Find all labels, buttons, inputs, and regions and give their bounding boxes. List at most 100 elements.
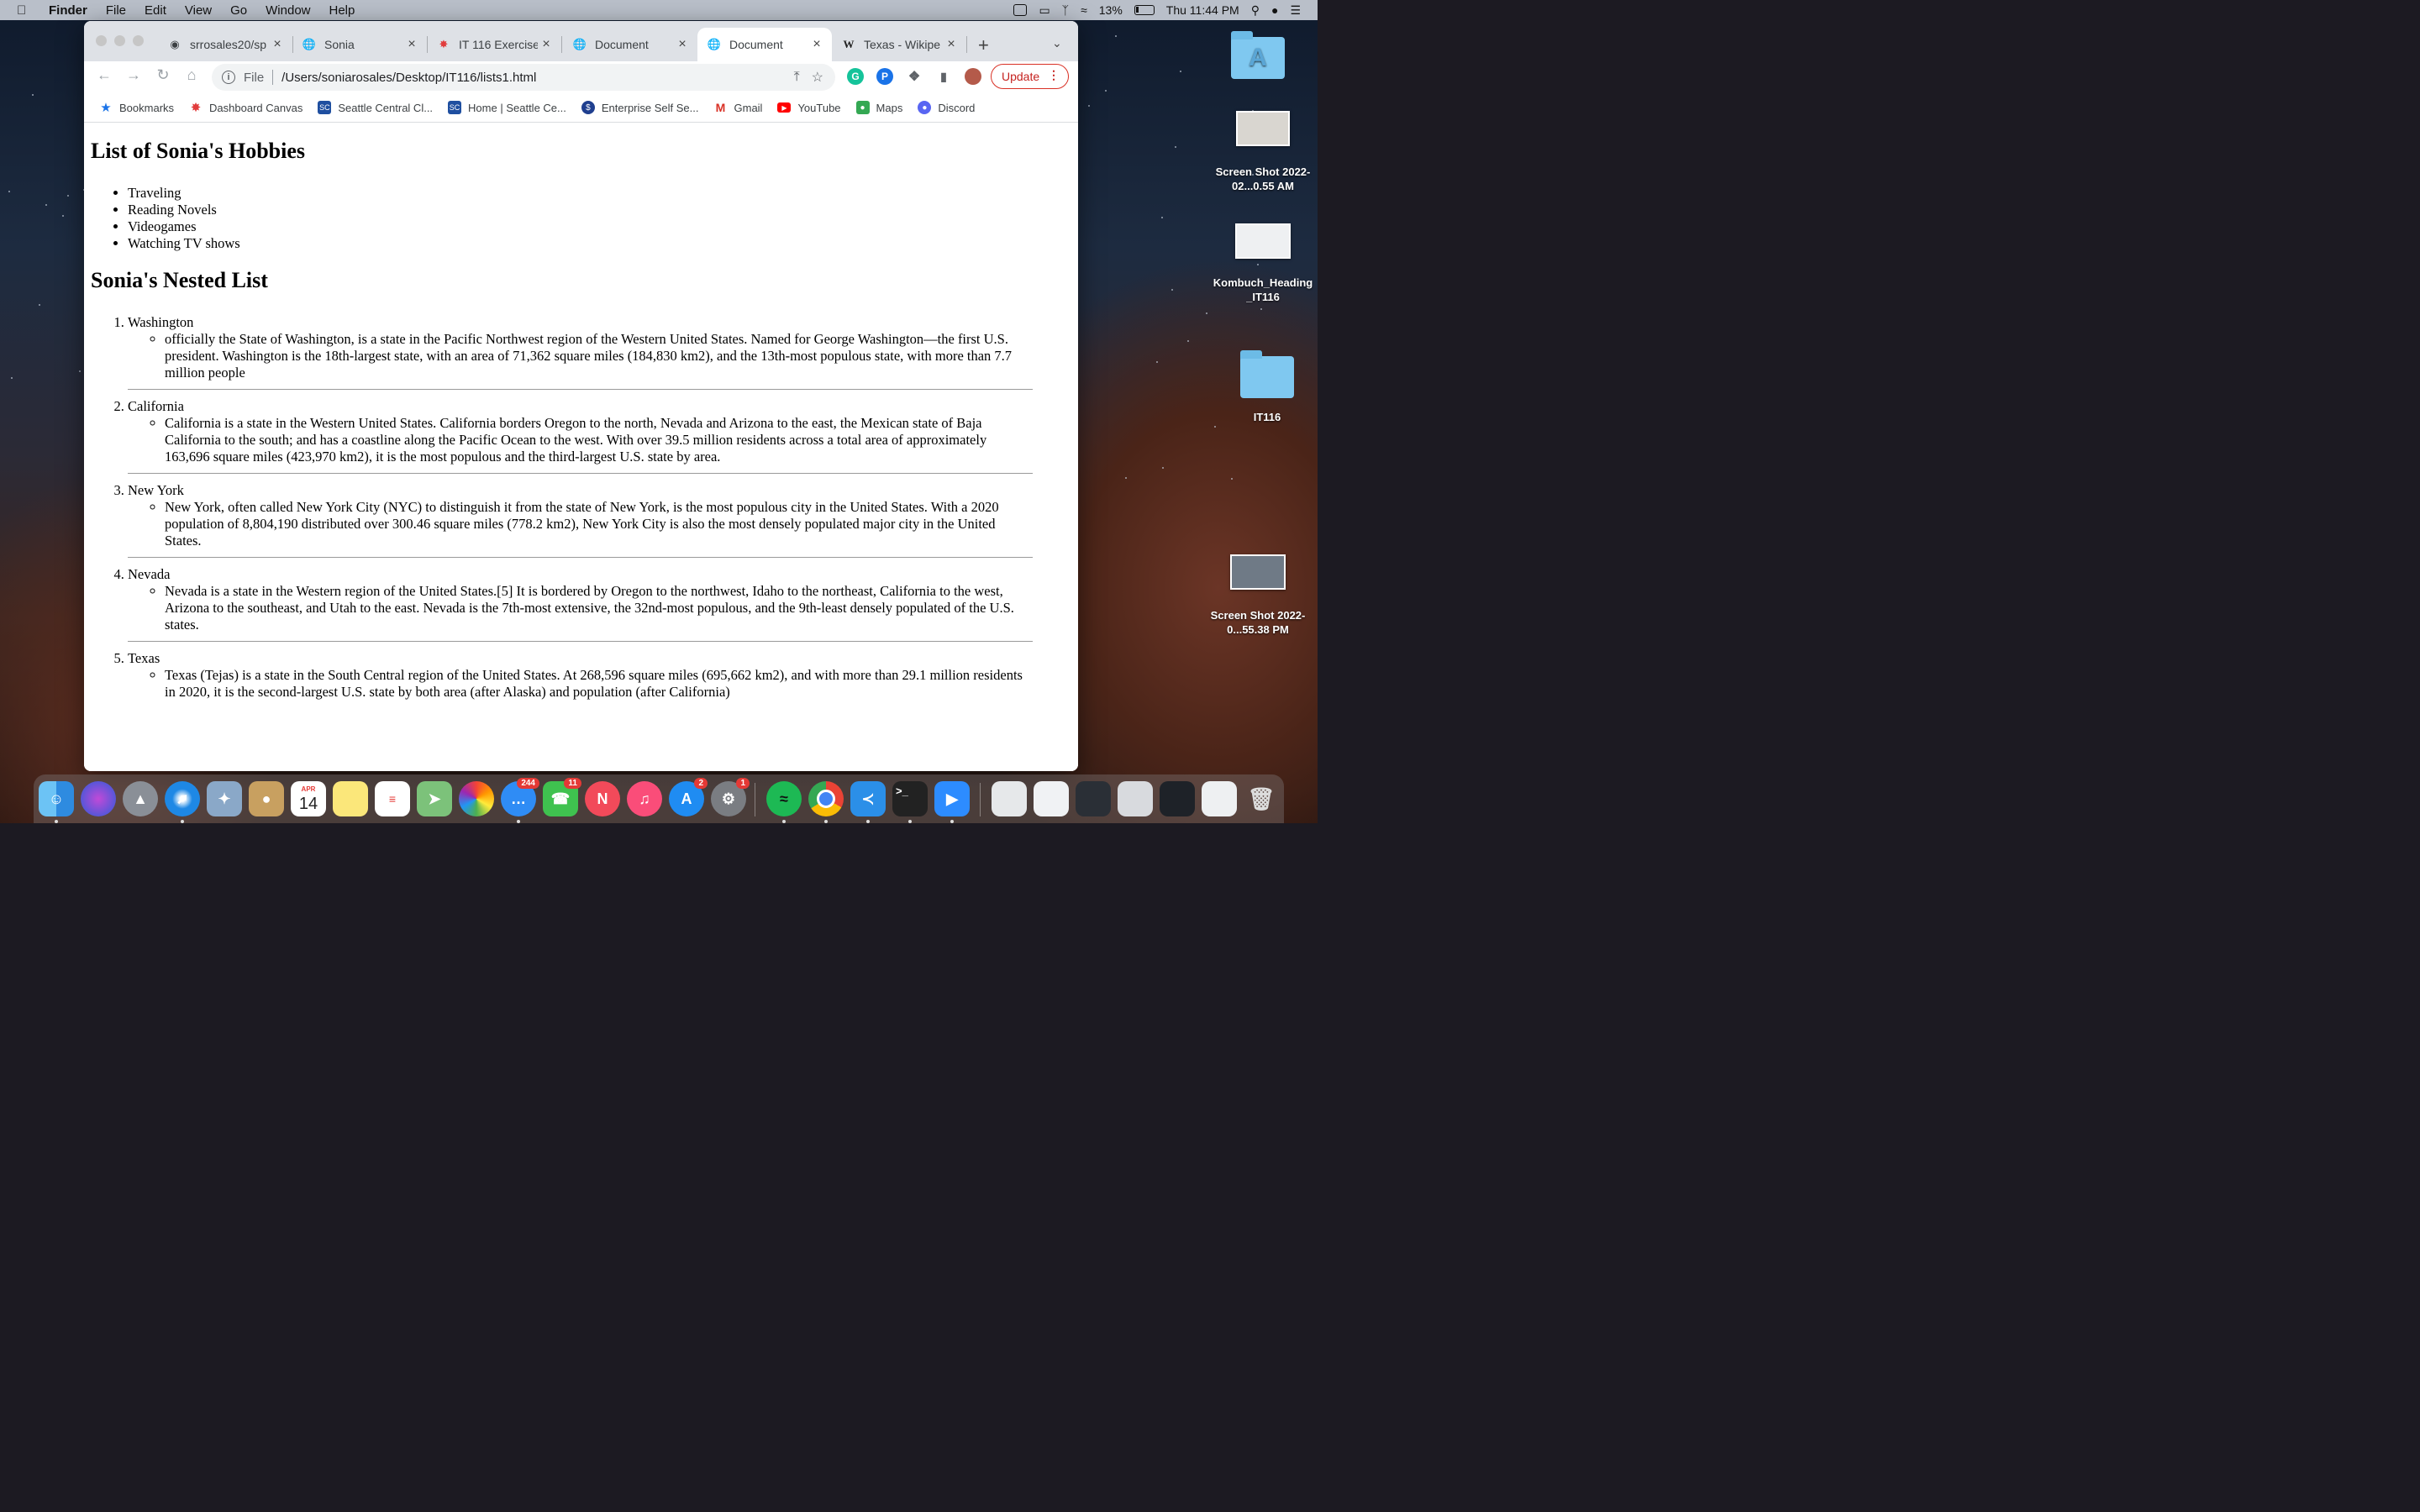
state-description: Nevada is a state in the Western region … (165, 583, 1033, 633)
contacts-icon[interactable]: ● (249, 781, 284, 816)
tab-document-1[interactable]: 🌐 Document × (563, 28, 697, 61)
vscode-icon[interactable]: ≺ (850, 781, 886, 816)
apple-menu-icon[interactable]:  (17, 3, 35, 18)
window-minimize-button[interactable] (114, 35, 125, 46)
tab-document-active[interactable]: 🌐 Document × (697, 28, 832, 61)
menu-window[interactable]: Window (266, 3, 310, 18)
facetime-icon[interactable]: ☎ 11 (543, 778, 581, 816)
trash-icon[interactable]: 🗑 (1244, 781, 1279, 816)
tab-close-icon[interactable]: × (674, 37, 691, 52)
facetime-badge: 11 (564, 778, 581, 789)
control-center-icon[interactable]: ☰ (1290, 3, 1301, 18)
notes-icon[interactable] (333, 781, 368, 816)
launchpad-rocket-icon[interactable]: ▲ (123, 781, 158, 816)
bookmark-seattle-central-cl[interactable]: SC Seattle Central Cl... (318, 101, 433, 114)
youtube-icon: ▶ (777, 102, 792, 113)
mail-eagle-icon[interactable]: ✦ (207, 781, 242, 816)
bluetooth-icon[interactable]: ᛉ (1062, 3, 1069, 17)
battery-icon[interactable] (1134, 5, 1155, 15)
chrome-icon[interactable] (808, 781, 844, 816)
tab-close-icon[interactable]: × (269, 37, 286, 52)
tab-title: srrosales20/sp (190, 38, 267, 51)
reminders-icon[interactable]: ≡ (375, 781, 410, 816)
share-icon[interactable]: ⤒ (794, 70, 800, 85)
extensions-puzzle-icon[interactable]: ❖ (906, 68, 923, 85)
desktop-kombuch-heading[interactable]: Kombuch_Heading _IT116 (1208, 223, 1318, 304)
desktop-folder-alias[interactable]: A (1227, 31, 1289, 79)
system-preferences-gear-icon[interactable]: ⚙ 1 (711, 778, 750, 816)
forward-arrow-icon[interactable]: → (124, 66, 144, 84)
tab-close-icon[interactable]: × (403, 37, 420, 52)
menu-view[interactable]: View (185, 3, 212, 18)
zoom-status-icon[interactable] (1013, 4, 1028, 16)
menu-go[interactable]: Go (230, 3, 247, 18)
back-arrow-icon[interactable]: ← (94, 66, 114, 84)
news-icon[interactable]: N (585, 781, 620, 816)
tab-it116-exercise[interactable]: ✸ IT 116 Exercise × (427, 28, 561, 61)
reload-icon[interactable]: ↻ (153, 66, 173, 84)
window-close-button[interactable] (96, 35, 107, 46)
tab-texas-wikipedia[interactable]: W Texas - Wikipe × (832, 28, 966, 61)
terminal-icon[interactable]: >_ (892, 781, 928, 816)
tab-search-chevron-icon[interactable]: ⌄ (1052, 36, 1062, 50)
music-icon[interactable]: ♫ (627, 781, 662, 816)
menu-app-name[interactable]: Finder (49, 3, 87, 18)
side-panel-icon[interactable]: ▮ (935, 68, 952, 85)
bookmark-discord[interactable]: ● Discord (918, 101, 975, 114)
recent-window-thumbnail-icon[interactable] (1118, 781, 1153, 816)
wifi-icon[interactable]: ≈ (1081, 3, 1087, 17)
nested-list: Washington officially the State of Washi… (91, 314, 1033, 701)
calendar-icon[interactable]: APR 14 (291, 781, 326, 816)
home-icon[interactable]: ⌂ (182, 66, 202, 84)
tab-close-icon[interactable]: × (808, 37, 825, 52)
bookmark-maps[interactable]: ● Maps (855, 101, 902, 114)
new-tab-icon[interactable]: + (978, 34, 989, 56)
finder-icon[interactable]: ☺ (39, 781, 74, 816)
bookmark-enterprise-self-service[interactable]: $ Enterprise Self Se... (581, 101, 699, 114)
bookmark-youtube[interactable]: ▶ YouTube (777, 102, 841, 114)
recent-window-thumbnail-icon[interactable] (1076, 781, 1111, 816)
tab-close-icon[interactable]: × (943, 37, 960, 52)
messages-icon[interactable]: … 244 (501, 778, 539, 816)
recent-window-thumbnail-icon[interactable] (1160, 781, 1195, 816)
window-zoom-button[interactable] (133, 35, 144, 46)
address-bar[interactable]: i File /Users/soniarosales/Desktop/IT116… (212, 64, 835, 91)
zoom-icon[interactable]: ▶ (934, 781, 970, 816)
desktop-screenshot-1[interactable]: Screen Shot 2022-02...0.55 AM (1208, 111, 1318, 193)
spotlight-search-icon[interactable]: ⚲ (1251, 3, 1260, 18)
update-button[interactable]: Update ⋮ (991, 64, 1069, 89)
photos-icon[interactable] (459, 781, 494, 816)
recent-window-thumbnail-icon[interactable] (1034, 781, 1069, 816)
maps-icon[interactable]: ➤ (417, 781, 452, 816)
menu-help[interactable]: Help (329, 3, 355, 18)
bookmark-bookmarks[interactable]: ★ Bookmarks (99, 101, 174, 115)
tab-sonia[interactable]: 🌐 Sonia × (292, 28, 427, 61)
kebab-menu-icon[interactable]: ⋮ (1048, 68, 1060, 82)
messages-badge: 244 (517, 778, 539, 789)
airplay-icon[interactable]: ▭ (1039, 3, 1050, 18)
bookmark-star-icon[interactable]: ☆ (812, 69, 823, 86)
clock[interactable]: Thu 11:44 PM (1166, 3, 1239, 17)
profile-avatar[interactable] (965, 68, 981, 85)
safari-compass-icon[interactable]: ➚ (165, 781, 200, 816)
app-store-icon[interactable]: A2 (669, 778, 708, 816)
spotify-icon[interactable]: ≈ (766, 781, 802, 816)
menu-file[interactable]: File (106, 3, 126, 18)
tab-close-icon[interactable]: × (538, 37, 555, 52)
siri-icon[interactable] (81, 781, 116, 816)
siri-icon[interactable]: ● (1271, 3, 1278, 17)
menu-edit[interactable]: Edit (145, 3, 166, 18)
address-url[interactable]: /Users/soniarosales/Desktop/IT116/lists1… (281, 71, 793, 85)
extension-p-icon[interactable]: P (876, 68, 893, 85)
desktop-folder-it116[interactable]: IT116 (1225, 350, 1309, 424)
recent-window-thumbnail-icon[interactable] (1202, 781, 1237, 816)
bookmark-home-seattle-central[interactable]: SC Home | Seattle Ce... (448, 101, 566, 114)
recent-window-thumbnail-icon[interactable] (992, 781, 1027, 816)
bookmark-gmail[interactable]: M Gmail (714, 101, 763, 114)
site-info-icon[interactable]: i (222, 71, 235, 84)
grammarly-extension-icon[interactable]: G (847, 68, 864, 85)
tab-github[interactable]: ◉ srrosales20/sp × (158, 28, 292, 61)
bookmark-dashboard-canvas[interactable]: ✸ Dashboard Canvas (189, 101, 303, 115)
globe-icon: 🌐 (572, 38, 587, 50)
desktop-screenshot-2[interactable]: Screen Shot 2022-0...55.38 PM (1203, 554, 1313, 637)
